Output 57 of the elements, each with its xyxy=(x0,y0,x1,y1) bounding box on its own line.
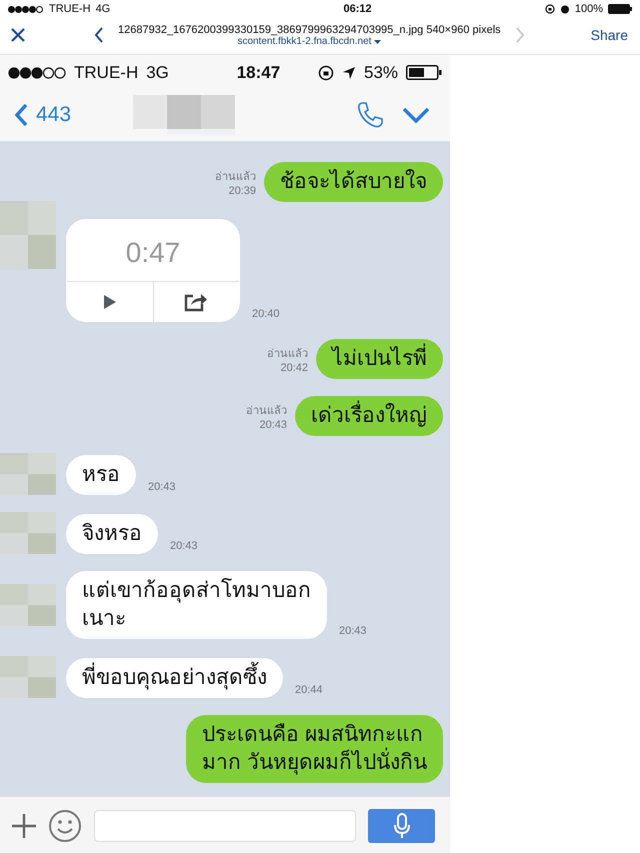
close-icon[interactable] xyxy=(10,27,26,43)
location-arrow-icon xyxy=(342,66,356,80)
share-icon xyxy=(184,292,208,312)
clock-time: 06:12 xyxy=(343,3,372,15)
read-receipt: อ่านแล้ว xyxy=(246,404,287,419)
message-time: 20:42 xyxy=(280,362,308,374)
sent-message-bubble: เด่วเรื่องใหญ่ xyxy=(295,396,443,436)
blurred-avatar xyxy=(0,584,56,626)
received-message-bubble: แต่เขาก้ออุดส่าโทมาบอก เนาะ xyxy=(66,571,327,639)
chevron-down-icon[interactable] xyxy=(402,107,430,123)
carrier-name: TRUE-H xyxy=(49,3,91,15)
message-time: 20:39 xyxy=(228,185,256,197)
received-message-bubble: พี่ขอบคุณอย่างสุดซึ้ง xyxy=(66,658,283,698)
back-icon[interactable] xyxy=(94,27,104,43)
sent-message-bubble: ประเดนคือ ผมสนิทกะแก มาก วันหยุดผมก็ไปนั่งกิน xyxy=(186,715,443,783)
blurred-avatar xyxy=(0,512,56,554)
signal-icon xyxy=(8,66,66,78)
microphone-button[interactable] xyxy=(368,809,435,843)
network-type: 3G xyxy=(146,62,169,82)
message-input[interactable] xyxy=(94,810,356,842)
message-time: 20:43 xyxy=(339,625,367,637)
read-receipt: อ่านแล้ว xyxy=(215,170,256,185)
back-button[interactable]: 443 xyxy=(14,103,72,127)
blurred-avatar xyxy=(0,201,56,269)
message-time: 20:43 xyxy=(170,540,198,552)
blurred-avatar xyxy=(0,656,56,698)
blurred-avatar xyxy=(0,453,56,495)
message-time: 20:43 xyxy=(148,481,176,493)
read-receipt: อ่านแล้ว xyxy=(267,347,308,362)
clock-time: 18:47 xyxy=(236,62,280,82)
carrier-name: TRUE-H xyxy=(74,62,138,82)
smiley-icon[interactable] xyxy=(48,809,82,843)
battery-percent: 100% xyxy=(574,3,603,15)
share-button[interactable]: Share xyxy=(588,27,630,43)
lock-rotation-icon xyxy=(318,64,334,80)
message-time: 20:43 xyxy=(259,419,287,431)
received-message-bubble: จิงหรอ xyxy=(66,514,158,554)
page-title: 12687932_1676200399330159_3869799963294703995_n.jpg 540×960 pixels xyxy=(118,24,501,36)
voice-duration: 0:47 xyxy=(126,236,180,270)
play-icon xyxy=(102,294,117,310)
battery-percent: 53% xyxy=(364,62,398,82)
message-time: 20:44 xyxy=(295,684,323,696)
lock-rotation-icon xyxy=(544,4,555,14)
network-type: 4G xyxy=(96,3,110,15)
sent-message-bubble: ไม่เปนไรพี่ xyxy=(316,339,443,379)
message-time: 20:40 xyxy=(252,308,280,320)
chevron-left-icon xyxy=(14,103,28,127)
signal-icon xyxy=(8,6,44,12)
received-message-bubble: หรอ xyxy=(66,455,136,495)
sent-message-bubble: ช้อจะได้สบายใจ xyxy=(264,162,443,202)
caret-icon xyxy=(374,40,382,44)
plus-icon[interactable] xyxy=(10,812,38,840)
battery-icon xyxy=(608,4,632,14)
page-url[interactable]: scontent.fbkk1-2.fna.fbcdn.net xyxy=(237,36,382,46)
phone-icon[interactable] xyxy=(356,101,384,129)
microphone-icon xyxy=(392,813,410,839)
battery-icon xyxy=(406,65,442,80)
